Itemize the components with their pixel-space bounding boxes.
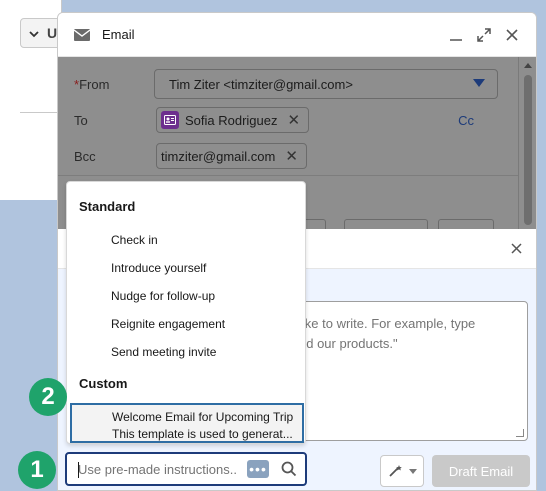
minimize-icon [450, 39, 462, 41]
bcc-recipient-email: timziter@gmail.com [161, 148, 276, 164]
standard-group-heading: Standard [79, 199, 136, 214]
close-icon [511, 243, 522, 254]
chevron-down-icon [29, 25, 39, 41]
background-card: U [0, 0, 64, 200]
search-icon[interactable] [281, 461, 297, 477]
to-row: To Sofia Rodriguez ✕ Cc [58, 102, 520, 138]
from-select[interactable]: Tim Ziter <timziter@gmail.com> [154, 69, 498, 99]
contact-icon [161, 111, 179, 129]
divider [58, 175, 520, 176]
dropdown-option-introduce-yourself[interactable]: Introduce yourself [111, 261, 206, 275]
minimize-button[interactable] [446, 25, 466, 45]
composer-header: Email [58, 13, 536, 57]
instructions-search-input[interactable] [78, 461, 238, 477]
bcc-recipient-pill[interactable]: timziter@gmail.com ✕ [156, 143, 307, 169]
to-label: To [74, 112, 88, 128]
expand-icon [477, 28, 491, 42]
dropdown-option-send-meeting-invite[interactable]: Send meeting invite [111, 345, 216, 359]
to-recipient-name: Sofia Rodriguez [185, 112, 278, 128]
dropdown-option-reignite-engagement[interactable]: Reignite engagement [111, 317, 225, 331]
close-icon [506, 29, 518, 41]
from-value: Tim Ziter <timziter@gmail.com> [169, 76, 353, 92]
instructions-dropdown: Standard Check in Introduce yourself Nud… [66, 181, 306, 444]
form-scrollbar[interactable] [518, 57, 536, 229]
divider [20, 112, 60, 113]
custom-template-description: This template is used to generat... [112, 427, 293, 441]
ai-panel-close-button[interactable] [511, 241, 522, 259]
text-cursor [78, 462, 79, 478]
draft-email-button[interactable]: Draft Email [432, 455, 530, 487]
more-options-icon[interactable]: ••• [247, 460, 269, 478]
custom-template-title: Welcome Email for Upcoming Trip [112, 410, 294, 424]
chevron-down-icon [408, 468, 417, 474]
scroll-up-icon[interactable] [524, 63, 532, 68]
chevron-down-icon [473, 79, 485, 87]
remove-recipient-icon[interactable]: ✕ [285, 147, 298, 165]
cc-link[interactable]: Cc [458, 113, 474, 128]
mail-icon [74, 28, 90, 41]
resize-handle-icon[interactable] [516, 429, 524, 437]
to-recipient-pill[interactable]: Sofia Rodriguez ✕ [156, 107, 310, 133]
magic-wand-icon [388, 465, 402, 477]
scrollbar-thumb[interactable] [524, 75, 532, 225]
bcc-label: Bcc [74, 148, 96, 164]
step-badge-1: 1 [18, 451, 56, 489]
from-label: *From [74, 76, 110, 92]
dropdown-option-nudge-for-follow-up[interactable]: Nudge for follow-up [111, 289, 215, 303]
composer-title: Email [102, 27, 135, 42]
step-badge-2: 2 [29, 378, 67, 416]
dropdown-option-custom-template[interactable]: Welcome Email for Upcoming Trip This tem… [70, 403, 304, 443]
bcc-row: Bcc timziter@gmail.com ✕ [58, 138, 520, 174]
prompt-placeholder-line2: nd our products." [299, 336, 398, 351]
from-row: *From Tim Ziter <timziter@gmail.com> [58, 66, 520, 102]
close-button[interactable] [502, 25, 522, 45]
magic-wand-menu-button[interactable] [380, 455, 424, 487]
prompt-placeholder-line1: like to write. For example, type [299, 316, 476, 331]
background-chip-label: U [47, 25, 58, 41]
expand-button[interactable] [474, 25, 494, 45]
dropdown-option-check-in[interactable]: Check in [111, 233, 158, 247]
custom-group-heading: Custom [79, 376, 128, 391]
instructions-search-field[interactable]: ••• [65, 452, 307, 486]
remove-recipient-icon[interactable]: ✕ [288, 111, 301, 129]
